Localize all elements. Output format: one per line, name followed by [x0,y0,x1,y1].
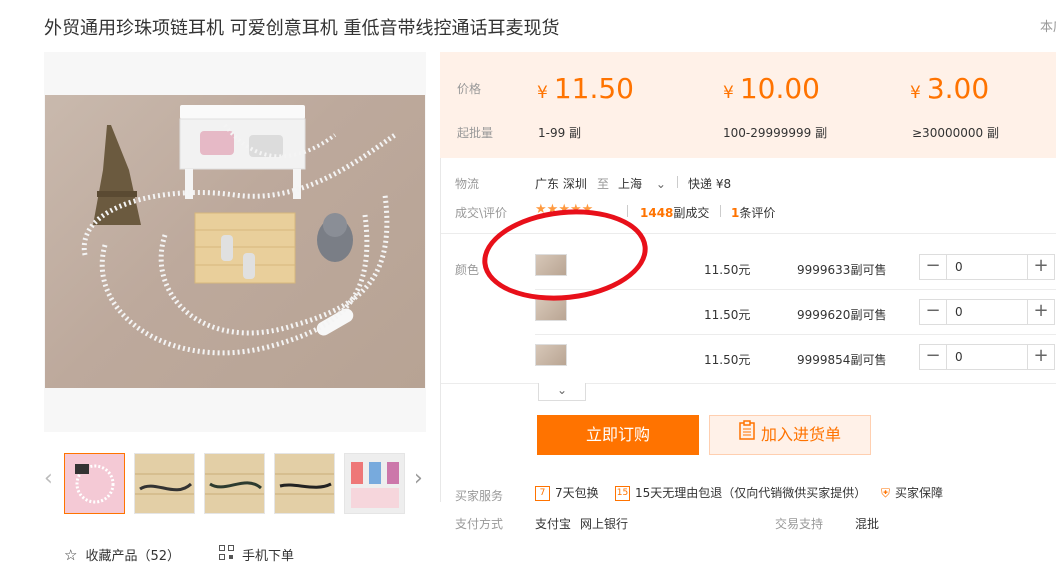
variant-stock: 9999633副可售 [797,263,887,277]
moq-label: 起批量 [457,126,494,140]
logistics-label: 物流 [455,177,480,191]
payment-method: 支付宝 [535,517,572,531]
variant-stock: 9999854副可售 [797,353,887,367]
shipping-cost: 快递 ¥8 [688,177,732,191]
mobile-order-button[interactable]: 手机下单 [219,545,294,564]
price-tier-1: ¥11.50 [537,72,634,105]
chevron-down-icon: ⌄ [655,177,666,191]
separator [441,383,1056,384]
quantity-stepper[interactable]: − 0 + [919,299,1055,325]
deals-reviews-label: 成交\评价 [455,206,508,220]
plus-icon[interactable]: + [1028,300,1054,324]
return-15day-icon: 15 [615,486,630,501]
price-panel [440,52,1056,158]
minus-icon[interactable]: − [920,255,946,279]
separator [535,334,1056,335]
payment-method: 网上银行 [580,517,629,531]
service-item[interactable]: ⛨ 买家保障 [881,484,943,501]
order-now-button[interactable]: 立即订购 [537,415,699,455]
variant-price: 11.50元 [704,308,751,322]
gallery-thumb[interactable] [274,453,335,514]
gallery-thumb[interactable] [344,453,405,514]
quantity-input[interactable]: 0 [946,300,1028,324]
ship-to-word: 至 [597,177,610,191]
quantity-input[interactable]: 0 [946,345,1028,369]
separator [535,289,1056,290]
deals-count[interactable]: 1448副成交 [640,204,709,221]
variant-price: 11.50元 [704,263,751,277]
buyer-services-label: 买家服务 [455,489,504,503]
price-label: 价格 [457,82,482,96]
moq-tier-1: 1-99 副 [538,126,582,140]
payment-label: 支付方式 [455,517,504,531]
clipboard-icon [739,416,755,454]
plus-icon[interactable]: + [1028,345,1054,369]
service-item[interactable]: 7 7天包换 [535,484,599,501]
divider [627,205,628,217]
add-to-cart-label: 加入进货单 [760,425,841,444]
star-outline-icon: ☆ [64,545,78,564]
divider [677,176,678,188]
gallery-thumb[interactable] [134,453,195,514]
variant-stock: 9999620副可售 [797,308,887,322]
product-title: 外贸通用珍珠项链耳机 可爱创意耳机 重低音带线控通话耳麦现货 [44,18,560,39]
quantity-stepper[interactable]: − 0 + [919,344,1055,370]
variant-price: 11.50元 [704,353,751,367]
mobile-order-label: 手机下单 [242,549,295,564]
divider [720,205,721,217]
gallery-thumb[interactable] [204,453,265,514]
review-count[interactable]: 1条评价 [731,204,775,221]
chevron-down-icon: ⌄ [556,383,568,397]
qrcode-icon [219,545,234,564]
variant-swatch[interactable] [535,344,567,366]
thumb-prev-icon[interactable]: ‹ [44,466,53,491]
quantity-stepper[interactable]: − 0 + [919,254,1055,280]
minus-icon[interactable]: − [920,345,946,369]
exchange-7day-icon: 7 [535,486,550,501]
minus-icon[interactable]: − [920,300,946,324]
ship-from: 广东 深圳 [535,177,587,191]
variant-swatch[interactable] [535,299,567,321]
add-to-cart-button[interactable]: 加入进货单 [709,415,871,455]
main-product-image[interactable] [45,95,425,388]
price-tier-3: ¥3.00 [910,72,990,105]
shop-link[interactable]: 本店 [1040,16,1056,35]
destination-value: 上海 [618,177,643,191]
shield-icon: ⛨ [881,486,891,500]
color-label: 颜色 [455,263,480,277]
quantity-input[interactable]: 0 [946,255,1028,279]
moq-tier-2: 100-29999999 副 [723,126,828,140]
gallery-thumb[interactable] [64,453,125,514]
thumb-next-icon[interactable]: › [414,466,423,491]
favorite-label: 收藏产品（52） [85,549,180,564]
service-item[interactable]: 15 15天无理由包退（仅向代销微供买家提供） [615,484,866,501]
plus-icon[interactable]: + [1028,255,1054,279]
destination-select[interactable]: 上海 ⌄ [618,175,666,192]
trade-support-label: 交易支持 [775,517,824,531]
expand-variants-button[interactable]: ⌄ [538,383,586,401]
favorite-button[interactable]: ☆ 收藏产品（52） [64,545,180,565]
trade-support-value: 混批 [855,517,880,531]
price-tier-2: ¥10.00 [723,72,820,105]
moq-tier-3: ≥30000000 副 [912,126,999,140]
